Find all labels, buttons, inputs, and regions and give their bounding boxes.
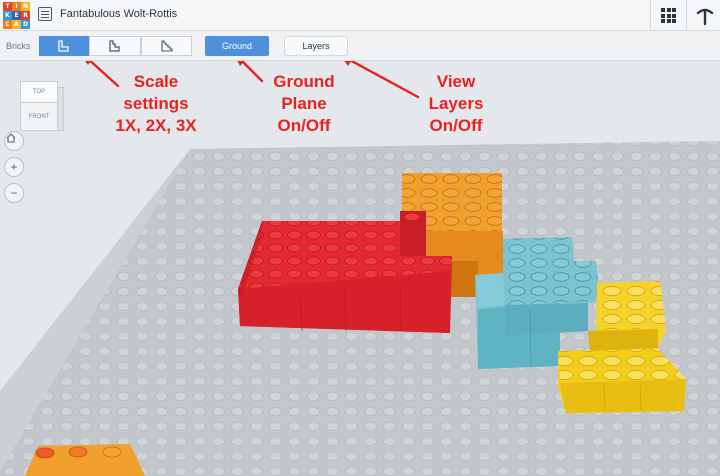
brick-scale-2x-icon [109, 40, 120, 52]
brick-scale-3x-icon [160, 40, 173, 52]
minecraft-export-button[interactable] [686, 0, 720, 31]
logo-letter: N [21, 2, 30, 11]
logo-letter: E [12, 11, 21, 20]
grid-icon [661, 8, 676, 23]
brick-toolbar: Bricks Ground Layers [0, 31, 720, 61]
ground-annotation-line-1: Ground [273, 72, 335, 91]
tinkercad-logo[interactable]: TINKERCAD [3, 2, 30, 29]
view-cube-top[interactable]: TOP [20, 81, 58, 103]
logo-letter: C [3, 20, 12, 29]
bricks-label: Bricks [6, 41, 31, 51]
orange-brick-corner[interactable] [25, 444, 145, 476]
logo-letter: T [3, 2, 12, 11]
scale-annotation-line-3: 1X, 2X, 3X [115, 116, 197, 135]
ground-annotation-line-3: On/Off [277, 116, 331, 135]
layers-annotation-line-3: On/Off [429, 116, 483, 135]
brick-scale-1x-icon [58, 40, 69, 52]
3d-viewport[interactable]: TOP FRONT + − Scale settings 1X, 2X, 3X … [0, 61, 720, 476]
scale-3x-button[interactable] [141, 36, 192, 56]
view-cube-side[interactable] [58, 87, 64, 131]
logo-letter: R [21, 11, 30, 20]
zoom-out-button[interactable]: − [4, 183, 24, 203]
home-view-button[interactable] [4, 131, 24, 151]
red-brick-group[interactable] [238, 211, 452, 333]
scale-1x-button[interactable] [39, 36, 89, 56]
layers-annotation: View Layers On/Off [414, 71, 498, 137]
grid-view-button[interactable] [650, 0, 686, 31]
scale-annotation: Scale settings 1X, 2X, 3X [108, 71, 204, 137]
layers-toggle-button[interactable]: Layers [284, 36, 348, 56]
logo-letter: A [12, 20, 21, 29]
home-icon [6, 133, 16, 143]
document-title[interactable]: Fantabulous Wolt-Rottis [60, 8, 177, 20]
ground-annotation-line-2: Plane [281, 94, 327, 113]
layers-annotation-line-2: Layers [428, 94, 484, 113]
scale-annotation-line-1: Scale [133, 72, 179, 91]
view-cube-front[interactable]: FRONT [20, 103, 58, 131]
ground-toggle-button[interactable]: Ground [205, 36, 269, 56]
zoom-in-button[interactable]: + [4, 157, 24, 177]
document-list-icon[interactable] [38, 7, 52, 21]
layers-annotation-line-1: View [436, 72, 476, 91]
pickaxe-icon [696, 8, 713, 25]
logo-letter: I [12, 2, 21, 11]
logo-letter: D [21, 20, 30, 29]
scale-annotation-line-2: settings [123, 94, 189, 113]
top-bar: TINKERCAD Fantabulous Wolt-Rottis [0, 0, 720, 31]
logo-letter: K [3, 11, 12, 20]
ground-annotation: Ground Plane On/Off [262, 71, 346, 137]
view-cube[interactable]: TOP FRONT [18, 77, 64, 133]
scale-2x-button[interactable] [89, 36, 141, 56]
